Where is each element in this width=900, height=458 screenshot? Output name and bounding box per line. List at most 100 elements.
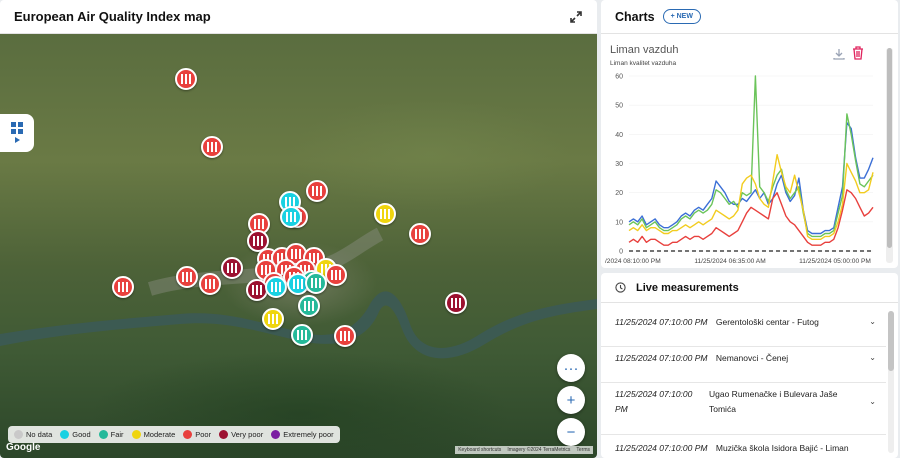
new-chart-button[interactable]: + NEW — [662, 9, 701, 24]
right-column: Charts + NEW Liman vazduh Liman kvalitet… — [601, 0, 900, 458]
map-title: European Air Quality Index map — [14, 9, 211, 24]
sensor-marker-verypoor[interactable] — [445, 292, 467, 314]
charts-title: Charts — [615, 9, 655, 24]
sensor-marker-fair[interactable] — [291, 324, 313, 346]
sensor-marker-fair[interactable] — [298, 295, 320, 317]
sensor-marker-moderate[interactable] — [262, 308, 284, 330]
legend-item-extremely-poor: Extremely poor — [271, 430, 334, 439]
live-scrollbar[interactable] — [888, 311, 894, 453]
sensor-icon — [286, 212, 296, 222]
sensor-marker-poor[interactable] — [306, 180, 328, 202]
sensor-icon — [118, 282, 128, 292]
sensor-icon — [340, 331, 350, 341]
charts-scrollbar[interactable] — [886, 48, 893, 263]
sensor-icon — [227, 263, 237, 273]
sensor-icon — [312, 186, 322, 196]
legend-item-fair: Fair — [98, 430, 124, 439]
chevron-down-icon[interactable]: ⌄ — [869, 317, 876, 326]
x-tick-label: 11/25/2024 05:00:00 PM — [799, 258, 871, 265]
sensor-icon — [293, 279, 303, 289]
sensor-icon — [311, 278, 321, 288]
charts-scroll-thumb[interactable] — [887, 48, 892, 248]
sensor-icon — [380, 209, 390, 219]
terms-link[interactable]: Terms — [576, 447, 590, 453]
map-header: European Air Quality Index map — [0, 0, 597, 34]
charts-header: Charts + NEW — [601, 0, 898, 34]
imagery-credit: Imagery ©2024 TerraMetrics — [507, 447, 571, 453]
live-item-station: Ugao Rumenačke i Bulevara Jaše Tomića — [709, 389, 838, 414]
live-item-timestamp: 11/25/2024 07:10:00 PM — [615, 389, 693, 414]
live-scroll-thumb[interactable] — [888, 311, 894, 371]
y-tick-label: 30 — [615, 161, 623, 168]
sensor-icon — [182, 272, 192, 282]
y-tick-label: 10 — [615, 219, 623, 226]
y-tick-label: 20 — [615, 190, 623, 197]
line-chart: 0 10 20 30 40 50 60 1/2024 08:10:00 PM 11/25/202… — [605, 74, 874, 265]
sensor-marker-poor[interactable] — [175, 68, 197, 90]
map-area[interactable]: ··· + − — [0, 34, 597, 458]
expand-icon[interactable] — [569, 10, 583, 24]
sensor-marker-poor[interactable] — [325, 264, 347, 286]
legend-item-poor: Poor — [183, 430, 211, 439]
sensor-icon — [252, 285, 262, 295]
legend-item-very-poor: Very poor — [219, 430, 263, 439]
y-tick-label: 50 — [615, 103, 623, 110]
sensor-marker-poor[interactable] — [199, 273, 221, 295]
live-item-station: Nemanovci - Čenej — [715, 353, 789, 363]
google-logo: Google — [6, 442, 41, 453]
clock-icon — [615, 282, 626, 293]
sensor-marker-poor[interactable] — [176, 266, 198, 288]
live-item-timestamp: 11/25/2024 07:10:00 PM — [615, 317, 708, 327]
sensor-icon — [304, 301, 314, 311]
sensor-marker-good[interactable] — [265, 276, 287, 298]
sensor-icon — [268, 314, 278, 324]
sensor-icon — [205, 279, 215, 289]
chevron-down-icon[interactable]: ⌄ — [869, 397, 876, 406]
y-tick-label: 0 — [619, 249, 623, 256]
live-item-timestamp: 11/25/2024 07:10:00 PM — [615, 353, 708, 363]
legend-item-moderate: Moderate — [131, 430, 175, 439]
live-item[interactable]: 11/25/2024 07:10:00 PM Gerentološki cent… — [601, 317, 886, 347]
sensor-marker-verypoor[interactable] — [221, 257, 243, 279]
sensor-marker-poor[interactable] — [334, 325, 356, 347]
x-tick-label: 11/25/2024 06:35:00 AM — [694, 258, 765, 265]
zoom-out-button[interactable]: − — [557, 418, 585, 446]
map-attribution: Keyboard shortcuts Imagery ©2024 TerraMe… — [455, 446, 593, 454]
grid-icon — [11, 122, 23, 134]
live-item[interactable]: 11/25/2024 07:10:00 PM Muzička škola Isi… — [601, 443, 886, 458]
live-item[interactable]: 11/25/2024 07:10:00 PM Nemanovci - Čenej… — [601, 353, 886, 383]
x-tick-label: 1/2024 08:10:00 PM — [605, 258, 661, 265]
zoom-in-button[interactable]: + — [557, 386, 585, 414]
sensor-icon — [291, 249, 301, 259]
caret-icon — [15, 137, 20, 143]
y-tick-label: 60 — [615, 74, 623, 81]
live-item-station: Gerentološki centar - Futog — [715, 317, 819, 327]
sensor-marker-good[interactable] — [280, 206, 302, 228]
sensor-marker-poor[interactable] — [201, 136, 223, 158]
sensor-icon — [253, 236, 263, 246]
legend-item-no-data: No data — [14, 430, 52, 439]
layers-widget[interactable] — [0, 114, 34, 152]
sensor-marker-poor[interactable] — [409, 223, 431, 245]
sensor-marker-poor[interactable] — [112, 276, 134, 298]
sensor-marker-fair[interactable] — [305, 272, 327, 294]
sensor-icon — [297, 330, 307, 340]
legend-item-good: Good — [60, 430, 91, 439]
live-header: Live measurements — [601, 273, 898, 303]
series-line-2 — [628, 153, 874, 241]
sensor-icon — [207, 142, 217, 152]
y-tick-label: 40 — [615, 132, 623, 139]
charts-panel: Charts + NEW Liman vazduh Liman kvalitet… — [601, 0, 898, 268]
more-button[interactable]: ··· — [557, 354, 585, 382]
live-item-timestamp: 11/25/2024 07:10:00 PM — [615, 443, 708, 453]
live-item[interactable]: 11/25/2024 07:10:00 PM Ugao Rumenačke i … — [601, 389, 886, 435]
map-panel: European Air Quality Index map ··· + − N… — [0, 0, 597, 458]
keyboard-shortcuts-link[interactable]: Keyboard shortcuts — [458, 447, 501, 453]
sensor-icon — [451, 298, 461, 308]
sensor-icon — [331, 270, 341, 280]
sensor-marker-moderate[interactable] — [374, 203, 396, 225]
sensor-icon — [271, 282, 281, 292]
chart-card: Liman vazduh Liman kvalitet vazduha 0 10 2… — [605, 38, 885, 268]
chevron-down-icon[interactable]: ⌄ — [869, 353, 876, 362]
live-item-station: Muzička škola Isidora Bajić - Liman — [715, 443, 849, 453]
